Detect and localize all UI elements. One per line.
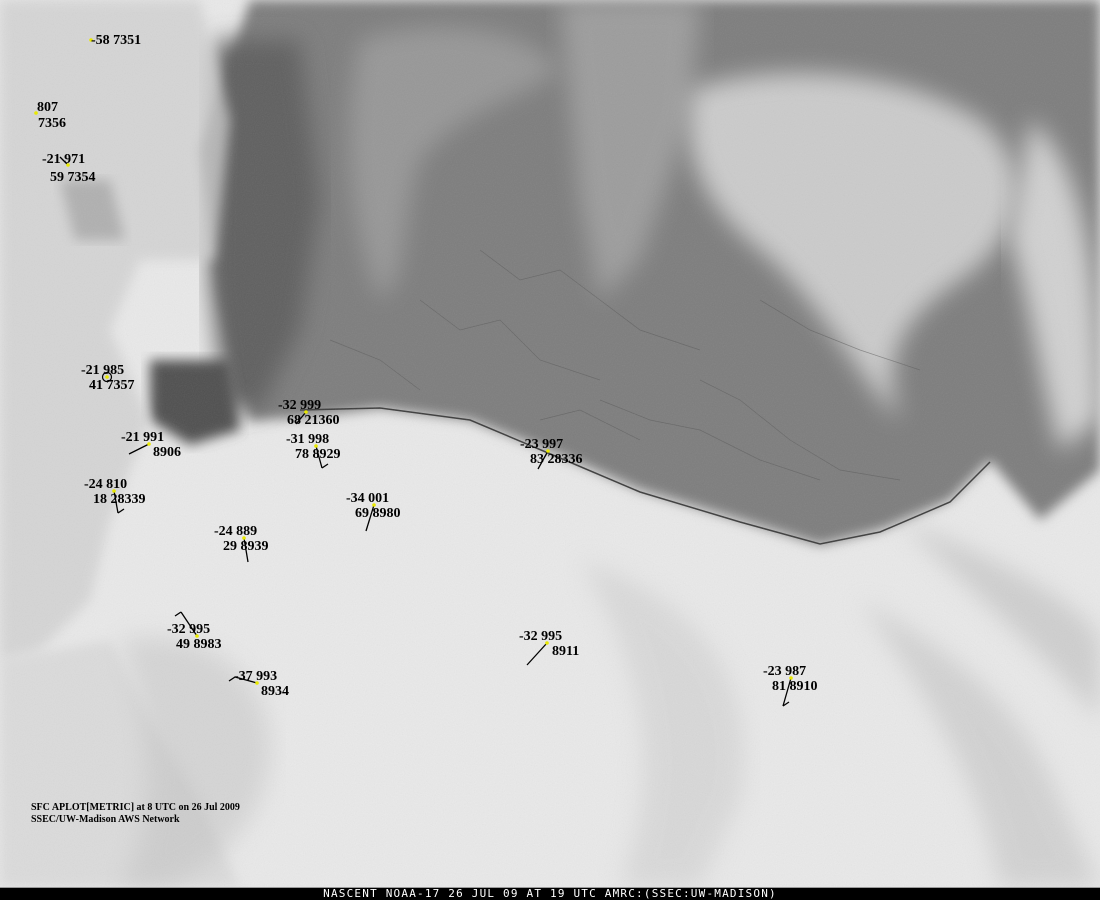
station-plot-7357: -21 985 41 7357 (81, 363, 135, 393)
station-plot-7354: -21 971 59 7354 (42, 152, 96, 185)
station-temp-pressure: -24 810 (84, 477, 128, 492)
station-plot-8983: -32 995 49 8983 (167, 611, 222, 652)
station-id-line: 18 28339 (93, 492, 146, 507)
station-temp-pressure: 807 (37, 100, 58, 115)
station-id-line: 7356 (38, 116, 66, 131)
image-footer-banner: NASCENT NOAA-17 26 JUL 09 AT 19 UTC AMRC… (0, 887, 1100, 900)
station-plot-8939: -24 889 29 8939 (214, 524, 269, 563)
wind-barb-shaft (526, 642, 548, 666)
station-id-line: 49 8983 (176, 637, 222, 652)
satellite-map: -58 7351 807 7356 -21 971 59 7354 -21 985 41 7… (0, 0, 1100, 887)
station-temp-pressure: -32 995 (167, 622, 211, 637)
station-plot-8906: -21 991 8906 (121, 430, 181, 460)
station-temp-pressure: -21 971 (42, 152, 86, 167)
station-temp-pressure: -34 001 (346, 491, 390, 506)
caption-line-2: SSEC/UW-Madison AWS Network (31, 814, 180, 825)
station-temp-pressure: -32 999 (278, 398, 322, 413)
station-id-line: 83 28336 (530, 452, 583, 467)
station-plot-8980: -34 001 69 8980 (346, 491, 401, 532)
station-id-line: 41 7357 (89, 378, 135, 393)
station-id-line: 29 8939 (223, 539, 269, 554)
wind-barb-flag (117, 508, 125, 514)
station-id-line: 69 8980 (355, 506, 401, 521)
caption-line-1: SFC APLOT[METRIC] at 8 UTC on 26 Jul 200… (31, 802, 240, 813)
station-temp-pressure: -31 998 (286, 432, 330, 447)
station-temp-pressure: -21 985 (81, 363, 125, 378)
station-plot-8910: -23 987 81 8910 (763, 664, 818, 707)
station-temp-pressure: -23 997 (520, 437, 564, 452)
station-plot-8911: -32 995 8911 (519, 629, 579, 666)
station-id-line: 8934 (261, 684, 289, 699)
station-plot-7351: -58 7351 (89, 33, 141, 48)
wind-barb-shaft (128, 443, 150, 455)
station-temp-pressure: -23 987 (763, 664, 807, 679)
wind-barb-flag (174, 611, 182, 617)
station-plot-8929: -31 998 78 8929 (286, 432, 341, 469)
wind-barb-flag (321, 463, 329, 469)
station-plot-8934: -37 993 8934 (228, 669, 289, 699)
station-plot-28339: -24 810 18 28339 (84, 477, 146, 514)
station-id-line: 78 8929 (295, 447, 341, 462)
station-temp-pressure: -32 995 (519, 629, 563, 644)
station-plot-7356: 807 7356 (34, 100, 66, 131)
station-id-line: 8906 (153, 445, 181, 460)
station-temp-pressure: -24 889 (214, 524, 258, 539)
station-id-line: 59 7354 (50, 170, 96, 185)
station-plot-21360: -32 999 68 21360 (278, 398, 340, 428)
station-plot-28336: -23 997 83 28336 (520, 437, 583, 470)
station-temp-pressure: -21 991 (121, 430, 165, 445)
station-temp-pressure: -37 993 (234, 669, 278, 684)
plot-caption: SFC APLOT[METRIC] at 8 UTC on 26 Jul 200… (31, 802, 240, 826)
station-id-line: 8911 (552, 644, 580, 659)
station-temp-pressure: -58 7351 (91, 33, 142, 48)
station-id-line: 81 8910 (772, 679, 818, 694)
